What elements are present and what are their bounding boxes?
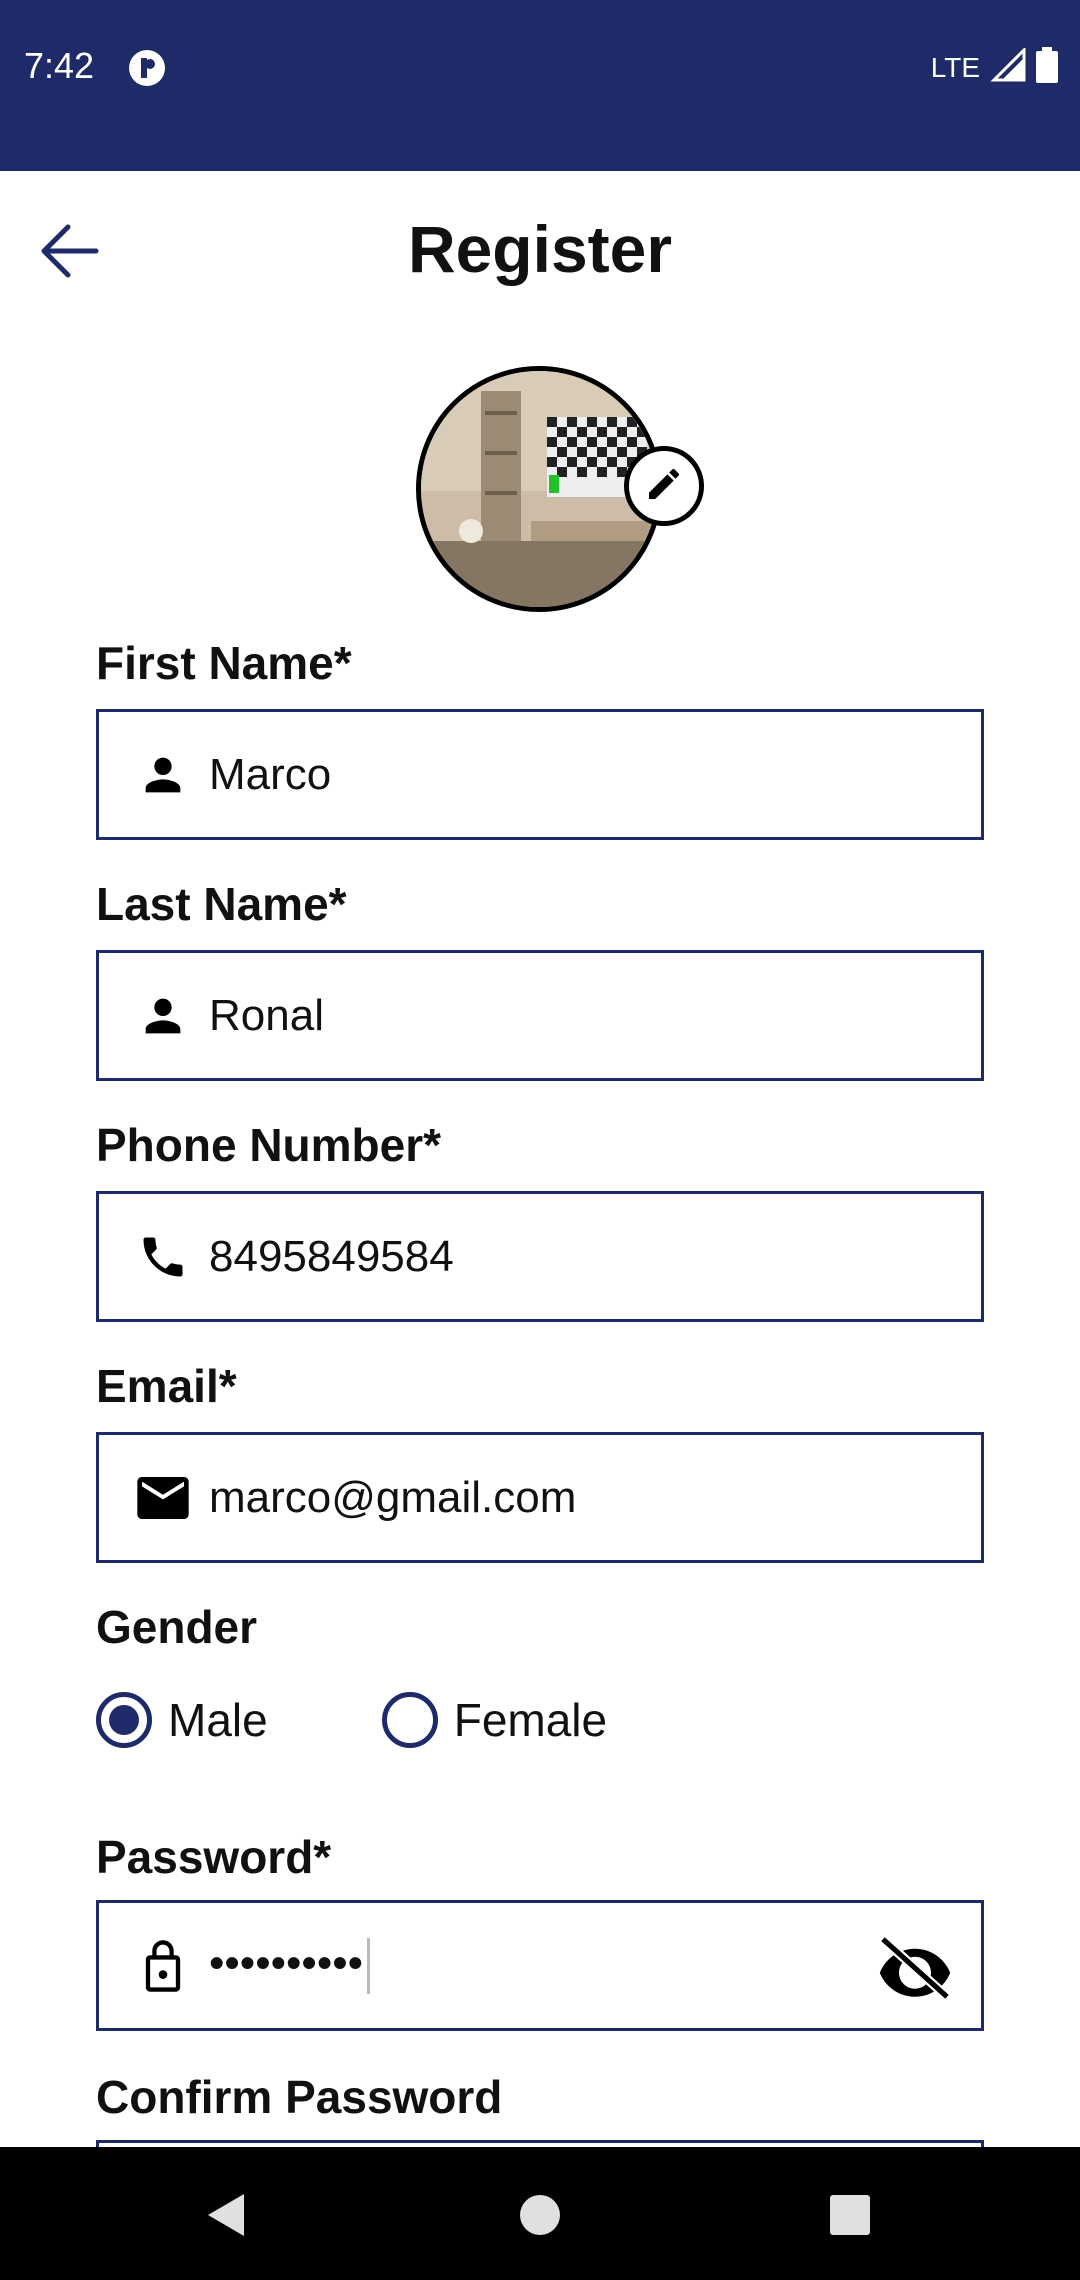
mail-icon [135, 1470, 191, 1526]
edit-photo-button[interactable] [624, 446, 704, 526]
page-title: Register [407, 212, 673, 286]
phone-icon [135, 1229, 191, 1285]
first-name-label: First Name* [96, 637, 352, 689]
confirm-password-label: Confirm Password [96, 2071, 503, 2123]
eye-off-icon[interactable] [875, 1935, 955, 2005]
gender-female-label: Female [453, 1694, 608, 1746]
app-notification-icon [128, 49, 166, 92]
navigation-bar [0, 2147, 1080, 2280]
radio-unselected-icon [381, 1692, 438, 1748]
network-type: LTE [930, 51, 980, 83]
gender-label: Gender [96, 1601, 258, 1653]
square-recents-icon [829, 2194, 871, 2241]
nav-home-button[interactable] [500, 2177, 580, 2257]
phone-field[interactable]: 8495849584 [96, 1191, 984, 1322]
triangle-back-icon [204, 2192, 248, 2243]
status-indicators: LTE [930, 46, 1058, 88]
circle-home-icon [519, 2194, 561, 2241]
person-icon [135, 747, 191, 803]
radio-selected-icon [96, 1692, 152, 1748]
last-name-label: Last Name* [96, 878, 347, 930]
nav-recents-button[interactable] [810, 2177, 890, 2257]
app-bar: Register [0, 171, 1080, 331]
email-value: marco@gmail.com [209, 1472, 577, 1522]
first-name-field[interactable]: Marco [96, 709, 984, 840]
first-name-value: Marco [209, 749, 332, 799]
pencil-icon [644, 464, 684, 509]
phone-value: 8495849584 [209, 1231, 454, 1281]
status-bar: 7:42 LTE [0, 0, 1080, 171]
signal-icon [990, 46, 1026, 87]
password-field[interactable]: •••••••••• [96, 1900, 984, 2031]
nav-back-button[interactable] [186, 2177, 266, 2257]
gender-male-label: Male [168, 1694, 268, 1746]
profile-photo[interactable] [416, 366, 704, 612]
last-name-field[interactable]: Ronal [96, 950, 984, 1081]
password-label: Password* [96, 1831, 332, 1883]
phone-label: Phone Number* [96, 1119, 442, 1171]
email-label: Email* [96, 1360, 237, 1412]
gender-radio-group: Male Female [96, 1692, 607, 1748]
gender-female-radio[interactable]: Female [381, 1692, 608, 1748]
battery-icon [1036, 47, 1058, 88]
password-value: •••••••••• [209, 1937, 371, 1994]
email-field[interactable]: marco@gmail.com [96, 1432, 984, 1563]
gender-male-radio[interactable]: Male [96, 1692, 268, 1748]
status-time: 7:42 [24, 45, 95, 86]
last-name-value: Ronal [209, 990, 324, 1040]
person-icon [135, 988, 191, 1044]
lock-icon [135, 1938, 191, 1994]
